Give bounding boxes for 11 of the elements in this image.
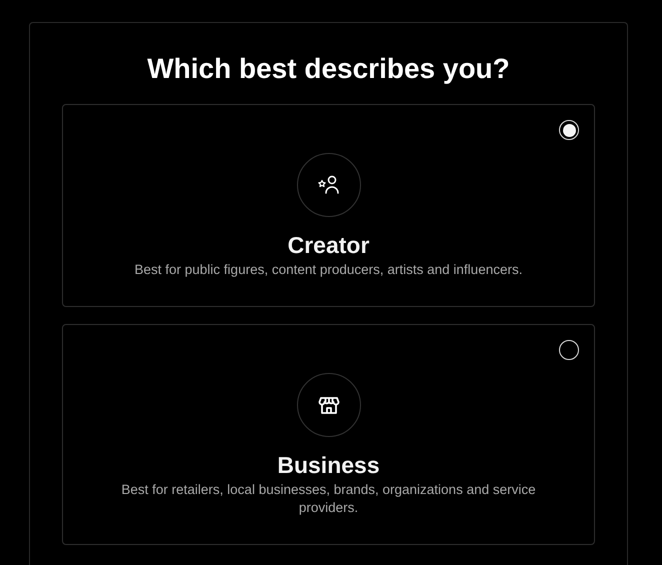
radio-button[interactable] xyxy=(559,120,579,140)
storefront-icon xyxy=(318,394,340,416)
person-star-icon xyxy=(316,175,340,195)
option-description: Best for retailers, local businesses, brands, organizations and service providers. xyxy=(120,481,537,517)
option-title: Business xyxy=(277,451,380,479)
page-heading: Which best describes you? xyxy=(146,52,511,86)
radio-button[interactable] xyxy=(559,340,579,360)
option-description: Best for public figures, content producers, artists and influencers. xyxy=(134,261,522,279)
option-card[interactable]: Business Best for retailers, local businesses, brands, organizations and service providers. xyxy=(62,324,595,545)
option-card[interactable]: Creator Best for public figures, content producers, artists and influencers. xyxy=(62,104,595,307)
option-title: Creator xyxy=(288,231,370,259)
